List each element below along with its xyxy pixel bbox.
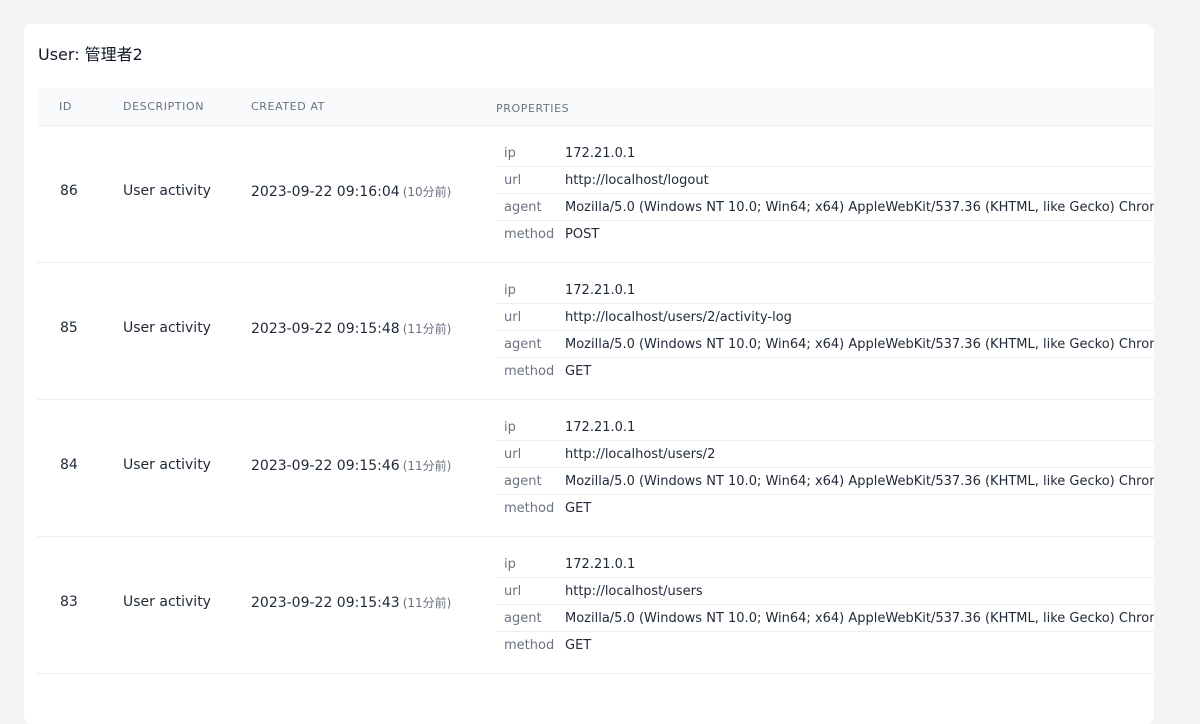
row-description: User activity bbox=[123, 183, 211, 199]
property-key: ip bbox=[504, 146, 516, 161]
property-key: agent bbox=[504, 611, 542, 626]
property-value: GET bbox=[565, 638, 592, 653]
column-header-properties[interactable]: PROPERTIES bbox=[496, 102, 1154, 115]
table-row[interactable]: 85 User activity 2023-09-22 09:15:48 (11分… bbox=[37, 263, 1154, 400]
property-key: method bbox=[504, 364, 555, 379]
properties-list: ip 172.21.0.1 url http://localhost/users/2… bbox=[496, 277, 1154, 384]
created-timestamp: 2023-09-22 09:15:46 bbox=[251, 458, 400, 474]
property-url: url http://localhost/users/2 bbox=[496, 441, 1154, 468]
property-value: Mozilla/5.0 (Windows NT 10.0; Win64; x64… bbox=[565, 337, 1154, 352]
property-key: agent bbox=[504, 474, 542, 489]
property-key: ip bbox=[504, 420, 516, 435]
column-header-created-at[interactable]: CREATED AT bbox=[251, 100, 325, 113]
property-key: url bbox=[504, 173, 522, 188]
table-header: ID DESCRIPTION CREATED AT PROPERTIES bbox=[37, 88, 1154, 126]
property-key: method bbox=[504, 501, 555, 516]
property-method: method POST bbox=[496, 221, 1154, 247]
property-key: method bbox=[504, 638, 555, 653]
property-key: ip bbox=[504, 557, 516, 572]
table-row[interactable]: 86 User activity 2023-09-22 09:16:04 (10分… bbox=[37, 126, 1154, 263]
page-title: User: 管理者2 bbox=[38, 45, 143, 64]
table-row[interactable]: 84 User activity 2023-09-22 09:15:46 (11分… bbox=[37, 400, 1154, 537]
row-created-at: 2023-09-22 09:15:43 (11分前) bbox=[251, 594, 451, 611]
property-agent: agent Mozilla/5.0 (Windows NT 10.0; Win64… bbox=[496, 605, 1154, 632]
property-value: GET bbox=[565, 501, 592, 516]
row-description: User activity bbox=[123, 320, 211, 336]
table-row[interactable]: 83 User activity 2023-09-22 09:15:43 (11分… bbox=[37, 537, 1154, 674]
property-value: http://localhost/users/2/activity-log bbox=[565, 310, 792, 325]
property-ip: ip 172.21.0.1 bbox=[496, 551, 1154, 578]
row-created-at: 2023-09-22 09:15:46 (11分前) bbox=[251, 457, 451, 474]
table-body: 86 User activity 2023-09-22 09:16:04 (10分… bbox=[37, 126, 1154, 674]
row-id: 84 bbox=[60, 457, 78, 473]
column-header-description[interactable]: DESCRIPTION bbox=[123, 100, 204, 113]
property-key: agent bbox=[504, 337, 542, 352]
property-value: 172.21.0.1 bbox=[565, 146, 636, 161]
row-created-at: 2023-09-22 09:15:48 (11分前) bbox=[251, 320, 451, 337]
properties-list: ip 172.21.0.1 url http://localhost/users/2… bbox=[496, 414, 1154, 521]
property-key: method bbox=[504, 227, 555, 242]
property-agent: agent Mozilla/5.0 (Windows NT 10.0; Win64… bbox=[496, 331, 1154, 358]
property-ip: ip 172.21.0.1 bbox=[496, 140, 1154, 167]
properties-list: ip 172.21.0.1 url http://localhost/users a… bbox=[496, 551, 1154, 658]
row-created-at: 2023-09-22 09:16:04 (10分前) bbox=[251, 183, 451, 200]
property-agent: agent Mozilla/5.0 (Windows NT 10.0; Win64… bbox=[496, 468, 1154, 495]
properties-list: ip 172.21.0.1 url http://localhost/logout … bbox=[496, 140, 1154, 247]
property-value: 172.21.0.1 bbox=[565, 557, 636, 572]
property-method: method GET bbox=[496, 632, 1154, 658]
property-agent: agent Mozilla/5.0 (Windows NT 10.0; Win64… bbox=[496, 194, 1154, 221]
property-value: Mozilla/5.0 (Windows NT 10.0; Win64; x64… bbox=[565, 200, 1154, 215]
property-key: ip bbox=[504, 283, 516, 298]
created-timestamp: 2023-09-22 09:15:48 bbox=[251, 321, 400, 337]
relative-time: (11分前) bbox=[402, 322, 452, 336]
property-key: url bbox=[504, 310, 522, 325]
property-value: http://localhost/users/2 bbox=[565, 447, 716, 462]
property-value: GET bbox=[565, 364, 592, 379]
row-id: 85 bbox=[60, 320, 78, 336]
created-timestamp: 2023-09-22 09:16:04 bbox=[251, 184, 400, 200]
created-timestamp: 2023-09-22 09:15:43 bbox=[251, 595, 400, 611]
property-value: http://localhost/logout bbox=[565, 173, 709, 188]
property-value: http://localhost/users bbox=[565, 584, 703, 599]
property-url: url http://localhost/logout bbox=[496, 167, 1154, 194]
activity-log-card: User: 管理者2 ID DESCRIPTION CREATED AT PRO… bbox=[24, 24, 1154, 724]
relative-time: (11分前) bbox=[402, 596, 452, 610]
row-description: User activity bbox=[123, 457, 211, 473]
relative-time: (11分前) bbox=[402, 459, 452, 473]
property-method: method GET bbox=[496, 495, 1154, 521]
property-value: 172.21.0.1 bbox=[565, 283, 636, 298]
relative-time: (10分前) bbox=[402, 185, 452, 199]
property-method: method GET bbox=[496, 358, 1154, 384]
row-id: 83 bbox=[60, 594, 78, 610]
property-url: url http://localhost/users bbox=[496, 578, 1154, 605]
row-id: 86 bbox=[60, 183, 78, 199]
property-ip: ip 172.21.0.1 bbox=[496, 277, 1154, 304]
column-header-id[interactable]: ID bbox=[59, 100, 72, 113]
property-key: url bbox=[504, 584, 522, 599]
property-url: url http://localhost/users/2/activity-log bbox=[496, 304, 1154, 331]
property-value: 172.21.0.1 bbox=[565, 420, 636, 435]
property-value: POST bbox=[565, 227, 600, 242]
row-description: User activity bbox=[123, 594, 211, 610]
property-key: agent bbox=[504, 200, 542, 215]
property-value: Mozilla/5.0 (Windows NT 10.0; Win64; x64… bbox=[565, 474, 1154, 489]
property-value: Mozilla/5.0 (Windows NT 10.0; Win64; x64… bbox=[565, 611, 1154, 626]
property-key: url bbox=[504, 447, 522, 462]
property-ip: ip 172.21.0.1 bbox=[496, 414, 1154, 441]
